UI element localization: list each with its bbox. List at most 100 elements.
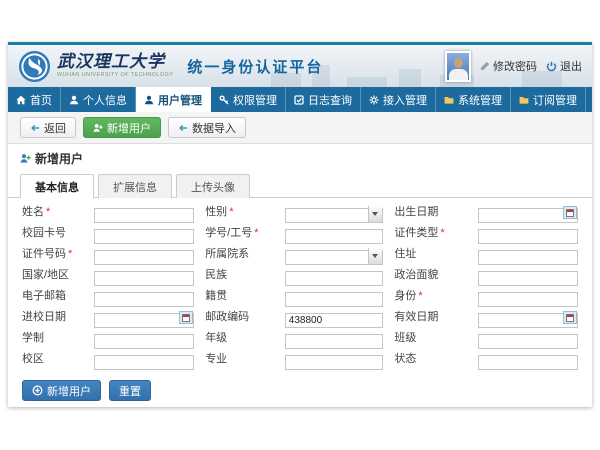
submit-add-user-label: 新增用户 (47, 383, 91, 399)
user-icon (69, 95, 79, 105)
tab-upload-avatar[interactable]: 上传头像 (176, 174, 250, 198)
change-password-link[interactable]: 修改密码 (480, 58, 537, 74)
tab-basic-info[interactable]: 基本信息 (20, 174, 94, 198)
field-input-姓名[interactable] (94, 208, 194, 223)
field-control (285, 331, 383, 349)
power-icon (546, 61, 557, 72)
key-icon (219, 95, 229, 105)
data-import-button[interactable]: 数据导入 (168, 117, 246, 138)
field-control (94, 331, 194, 349)
platform-title: 统一身份认证平台 (187, 56, 323, 77)
skyline-decor (271, 73, 301, 87)
header: 武汉理工大学 WUHAN UNIVERSITY OF TECHNOLOGY 统一… (8, 45, 592, 87)
field-input-政治面貌[interactable] (478, 271, 578, 286)
field-input-电子邮箱[interactable] (94, 292, 194, 307)
section-header: 新增用户 (8, 144, 592, 169)
nav-label: 日志查询 (308, 92, 352, 108)
data-import-label: 数据导入 (192, 120, 236, 136)
field-input-校区[interactable] (94, 355, 194, 370)
folder-icon (444, 95, 454, 105)
field-control (285, 289, 383, 307)
home-icon (16, 95, 26, 105)
change-password-label: 修改密码 (493, 58, 537, 74)
field-input-证件号码[interactable] (94, 250, 194, 265)
calendar-icon[interactable] (563, 311, 577, 324)
nav-item-log-query[interactable]: 日志查询 (286, 87, 361, 112)
user-avatar (445, 51, 471, 82)
field-control (478, 331, 578, 349)
tab-extended-info[interactable]: 扩展信息 (98, 174, 172, 198)
field-input-学制[interactable] (94, 334, 194, 349)
form-actions: 新增用户 重置 (8, 376, 592, 407)
logout-link[interactable]: 退出 (546, 58, 582, 74)
field-control (94, 226, 194, 244)
field-label: 学制* (22, 331, 82, 349)
field-label: 邮政编码* (205, 310, 273, 328)
user-icon (144, 95, 154, 105)
field-label: 所属院系* (205, 247, 273, 265)
required-asterisk: * (229, 206, 233, 218)
nav-item-personal-info[interactable]: 个人信息 (61, 87, 136, 112)
field-label: 政治面貌* (394, 268, 466, 286)
form-grid: 姓名* 性别* 出生日期* 校园卡号* (8, 198, 592, 376)
reset-button-label: 重置 (119, 383, 141, 399)
nav-item-access-management[interactable]: 接入管理 (361, 87, 436, 112)
field-input-班级[interactable] (478, 334, 578, 349)
nav-item-home[interactable]: 首页 (8, 87, 61, 112)
field-input-邮政编码[interactable] (285, 313, 383, 328)
pencil-icon (480, 61, 490, 71)
field-label: 证件类型* (394, 226, 466, 244)
field-label: 性别* (205, 205, 273, 223)
university-name: 武汉理工大学 (57, 54, 173, 71)
import-arrow-icon (178, 123, 188, 133)
calendar-icon[interactable] (179, 311, 193, 324)
nav-item-system-management[interactable]: 系统管理 (436, 87, 511, 112)
field-input-校园卡号[interactable] (94, 229, 194, 244)
field-control (478, 226, 578, 244)
section-title: 新增用户 (35, 150, 83, 167)
field-label: 校园卡号* (22, 226, 82, 244)
nav-item-user-management[interactable]: 用户管理 (136, 87, 211, 112)
dropdown-arrow-icon[interactable] (368, 248, 382, 264)
field-control (478, 205, 578, 223)
field-label: 学号/工号* (205, 226, 273, 244)
plus-circle-icon (32, 385, 43, 396)
nav-item-permission-management[interactable]: 权限管理 (211, 87, 286, 112)
field-input-住址[interactable] (478, 250, 578, 265)
field-control (478, 289, 578, 307)
field-input-学号/工号[interactable] (285, 229, 383, 244)
gear-icon (369, 95, 379, 105)
field-control (285, 352, 383, 370)
nav-item-subscription-management[interactable]: 订阅管理 (511, 87, 586, 112)
submit-add-user-button[interactable]: 新增用户 (22, 380, 101, 401)
field-input-国家/地区[interactable] (94, 271, 194, 286)
required-asterisk: * (68, 248, 72, 260)
field-label: 专业* (205, 352, 273, 370)
field-input-籍贯[interactable] (285, 292, 383, 307)
field-control (285, 268, 383, 286)
field-input-民族[interactable] (285, 271, 383, 286)
field-control (478, 310, 578, 328)
field-label: 电子邮箱* (22, 289, 82, 307)
field-input-年级[interactable] (285, 334, 383, 349)
reset-button[interactable]: 重置 (109, 380, 151, 401)
field-control (94, 310, 194, 328)
field-input-专业[interactable] (285, 355, 383, 370)
university-name-block: 武汉理工大学 WUHAN UNIVERSITY OF TECHNOLOGY (57, 54, 173, 79)
field-label: 身份* (394, 289, 466, 307)
field-control (478, 268, 578, 286)
app-window: 武汉理工大学 WUHAN UNIVERSITY OF TECHNOLOGY 统一… (8, 42, 592, 407)
skyline-decor (312, 65, 330, 87)
field-input-证件类型[interactable] (478, 229, 578, 244)
back-button[interactable]: 返回 (20, 117, 76, 138)
field-input-身份[interactable] (478, 292, 578, 307)
calendar-icon[interactable] (563, 206, 577, 219)
dropdown-arrow-icon[interactable] (368, 206, 382, 222)
skyline-decor (399, 69, 421, 87)
field-label: 班级* (394, 331, 466, 349)
required-asterisk: * (418, 290, 422, 302)
tab-bar: 基本信息 扩展信息 上传头像 (8, 169, 592, 198)
field-input-状态[interactable] (478, 355, 578, 370)
nav-label: 接入管理 (383, 92, 427, 108)
add-user-toolbar-button[interactable]: 新增用户 (83, 117, 161, 138)
